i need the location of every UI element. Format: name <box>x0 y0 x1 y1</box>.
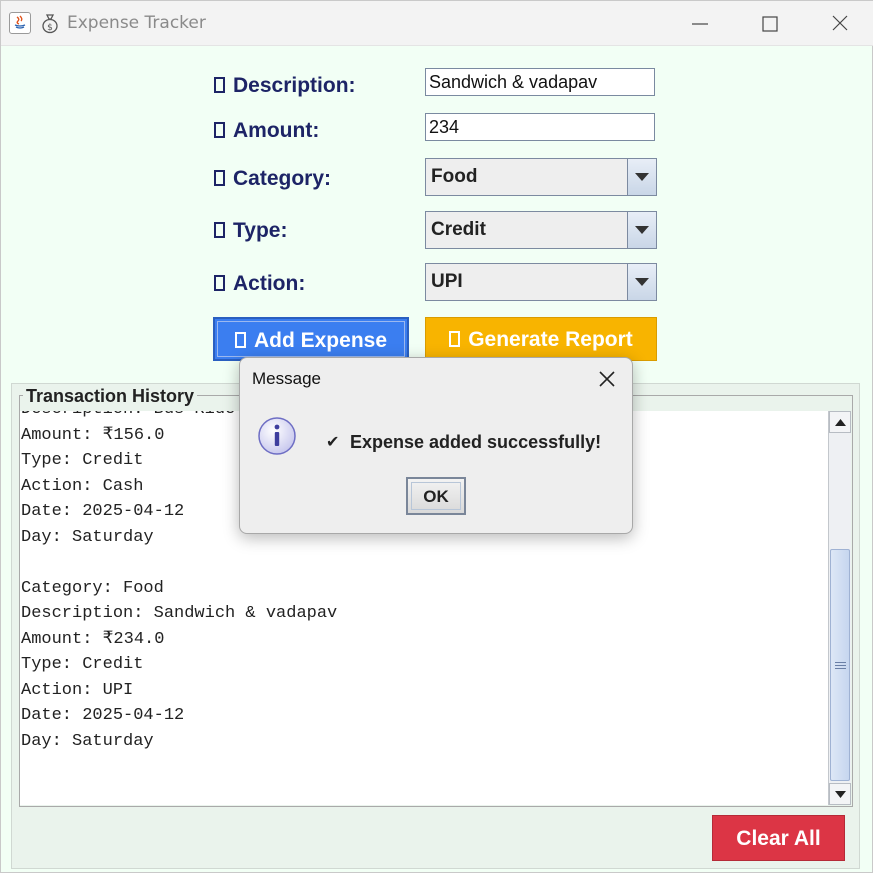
chevron-down-icon[interactable] <box>627 212 656 248</box>
category-label-text: Category: <box>233 167 332 190</box>
history-scrollbar[interactable] <box>828 411 851 805</box>
category-label: Category: <box>214 167 331 191</box>
label-glyph-icon <box>214 77 225 93</box>
label-glyph-icon <box>214 222 225 238</box>
history-line: Description: Sandwich & vadapav <box>21 604 338 623</box>
type-select-value: Credit <box>431 219 486 240</box>
amount-field[interactable]: 234 <box>425 113 655 141</box>
dialog-message: Expense added successfully! <box>350 432 602 452</box>
action-label-text: Action: <box>233 272 306 295</box>
description-field[interactable]: Sandwich & vadapav <box>425 68 655 96</box>
category-select[interactable]: Food <box>425 158 657 196</box>
ok-button-label: OK <box>423 487 449 506</box>
history-line: Type: Credit <box>21 655 144 674</box>
label-glyph-icon <box>214 275 225 291</box>
history-line <box>21 550 337 576</box>
generate-report-label: Generate Report <box>468 328 633 351</box>
close-icon[interactable] <box>825 9 855 39</box>
chevron-down-icon[interactable] <box>627 264 656 300</box>
amount-label-text: Amount: <box>233 119 320 142</box>
ok-button[interactable]: OK <box>406 477 466 515</box>
check-icon: ✔ <box>326 432 340 451</box>
info-icon <box>257 416 297 456</box>
label-glyph-icon <box>214 170 225 186</box>
history-line: Amount: ₹234.0 <box>21 629 165 649</box>
scroll-up-icon[interactable] <box>829 411 851 433</box>
button-glyph-icon <box>234 332 246 348</box>
add-expense-button[interactable]: Add Expense <box>213 317 409 361</box>
history-line: Category: Food <box>21 578 164 598</box>
minimize-icon[interactable] <box>686 9 716 39</box>
history-line: Date: 2025-04-12 <box>21 706 185 725</box>
history-line: Action: UPI <box>21 680 134 700</box>
close-icon[interactable] <box>596 368 618 390</box>
scroll-down-icon[interactable] <box>829 783 851 805</box>
amount-label: Amount: <box>214 119 319 143</box>
action-label: Action: <box>214 272 305 296</box>
window-title: Expense Tracker <box>67 13 206 33</box>
generate-report-button[interactable]: Generate Report <box>425 317 657 361</box>
action-select[interactable]: UPI <box>425 263 657 301</box>
type-label-text: Type: <box>233 219 288 242</box>
type-select[interactable]: Credit <box>425 211 657 249</box>
dialog-title: Message <box>252 369 321 388</box>
svg-text:$: $ <box>47 23 53 33</box>
action-select-value: UPI <box>431 271 463 292</box>
type-label: Type: <box>214 219 287 243</box>
history-line: Day: Saturday <box>21 731 154 751</box>
money-bag-icon: $ <box>39 12 61 34</box>
title-bar: $ Expense Tracker <box>1 1 873 46</box>
expense-tracker-window: $ Expense Tracker Description: Amount: C… <box>0 0 873 873</box>
maximize-icon[interactable] <box>754 9 784 39</box>
description-label: Description: <box>214 74 356 98</box>
message-dialog: Message ✔ Expense added successfully! OK <box>239 357 633 534</box>
label-glyph-icon <box>214 122 225 138</box>
button-glyph-icon <box>449 331 461 347</box>
scroll-grip <box>835 662 846 669</box>
add-expense-label: Add Expense <box>253 329 388 352</box>
description-label-text: Description: <box>233 74 356 97</box>
category-select-value: Food <box>431 166 478 187</box>
history-title: Transaction History <box>23 386 198 407</box>
clear-all-button[interactable]: Clear All <box>712 815 845 861</box>
java-icon <box>9 12 31 34</box>
chevron-down-icon[interactable] <box>627 159 656 195</box>
scroll-thumb[interactable] <box>830 549 850 781</box>
